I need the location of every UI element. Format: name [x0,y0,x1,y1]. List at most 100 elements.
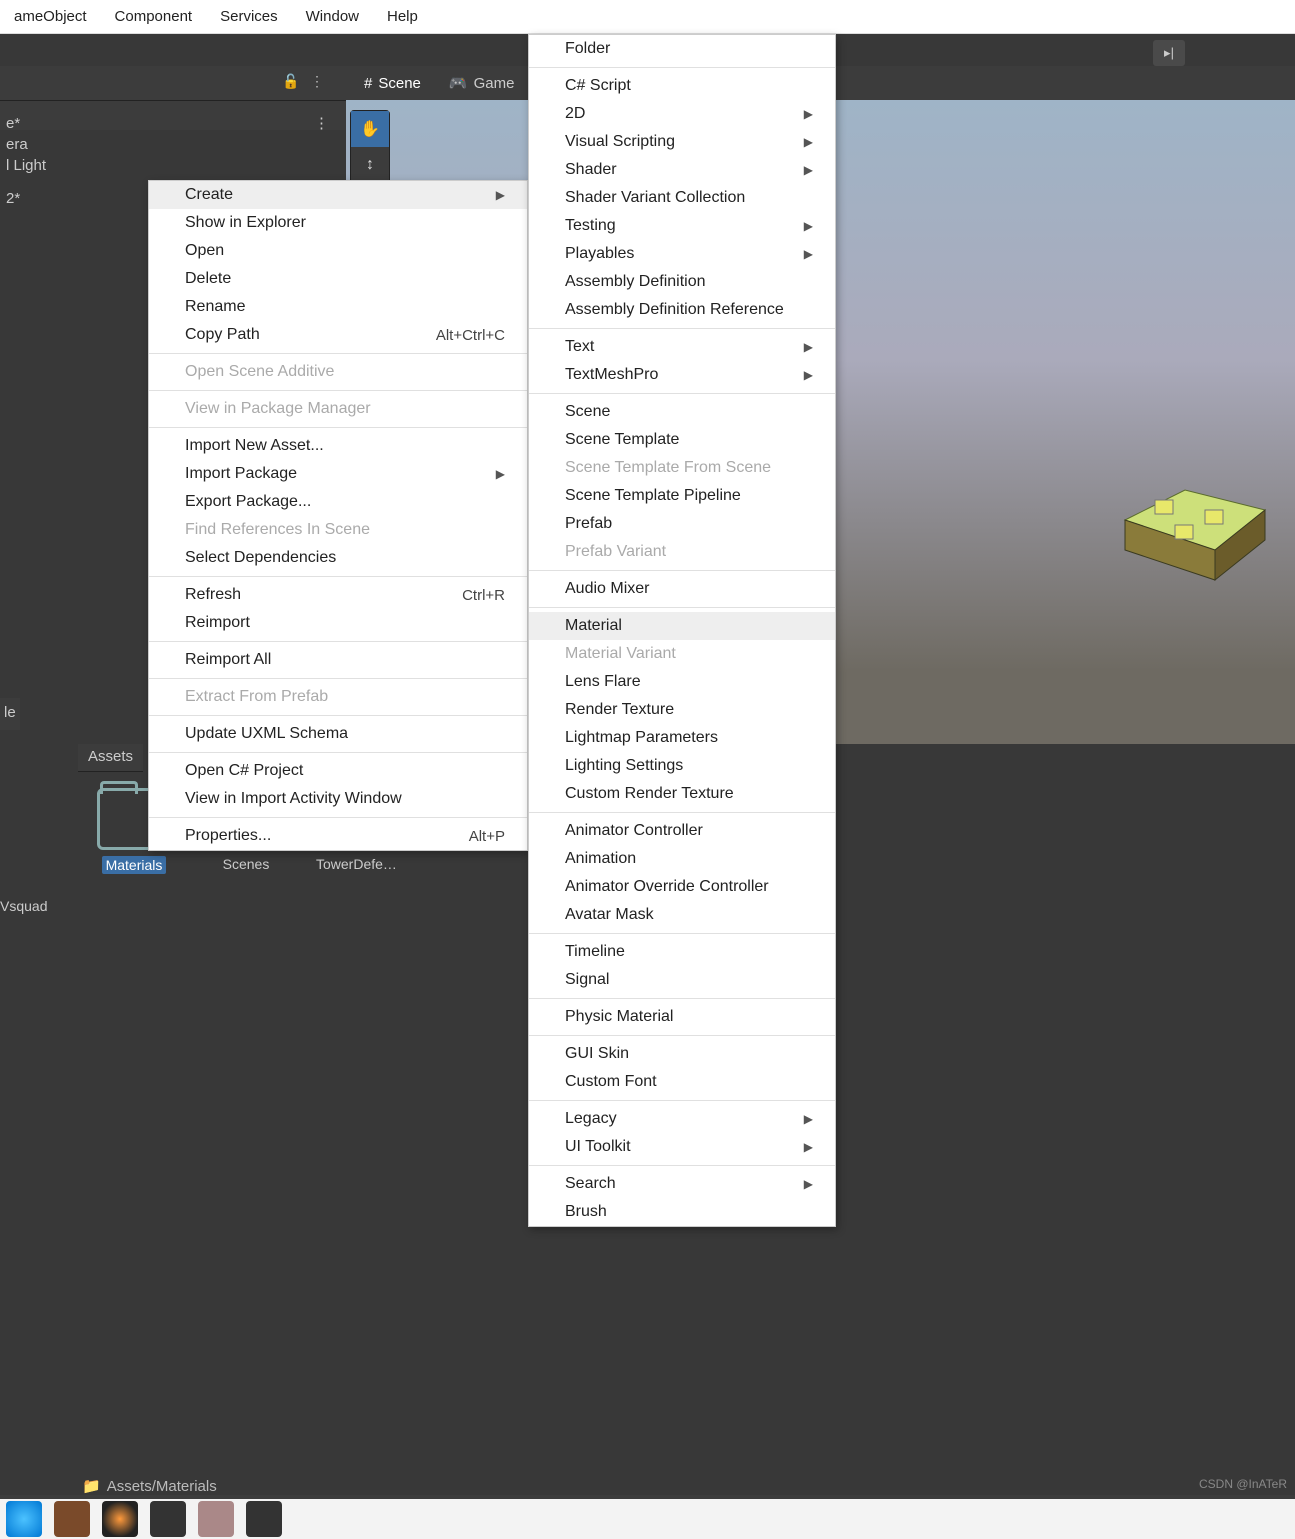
create-item[interactable]: Search▶ [529,1170,835,1198]
hierarchy-scene-root[interactable]: e* ⋮ [0,112,335,134]
ctx-item[interactable]: Export Package... [149,488,527,516]
ctx-item[interactable]: Reimport [149,609,527,637]
create-item[interactable]: Folder [529,35,835,63]
ctx-item[interactable]: Import New Asset... [149,432,527,460]
create-item[interactable]: C# Script [529,72,835,100]
create-item[interactable]: Render Texture [529,696,835,724]
menu-item-label: Properties... [185,827,271,845]
create-item[interactable]: Custom Render Texture [529,780,835,808]
ctx-item[interactable]: Reimport All [149,646,527,674]
create-item[interactable]: Signal [529,966,835,994]
menubar-item[interactable]: Window [292,8,373,25]
tab-label: Game [474,75,515,92]
tab-scene[interactable]: # Scene [350,66,435,100]
app-icon[interactable] [198,1501,234,1537]
hierarchy-item[interactable]: l Light [0,155,335,176]
create-separator [529,570,835,571]
kebab-icon[interactable]: ⋮ [307,73,327,93]
ctx-item[interactable]: Refresh Ctrl+R [149,581,527,609]
create-item[interactable]: Lens Flare [529,668,835,696]
ctx-item: View in Package Manager [149,395,527,423]
chevron-right-icon: ▶ [496,188,505,202]
create-item[interactable]: Lightmap Parameters [529,724,835,752]
create-item[interactable]: Playables▶ [529,240,835,268]
ctx-item[interactable]: Copy PathAlt+Ctrl+C [149,321,527,349]
ctx-item[interactable]: Delete [149,265,527,293]
menubar-item[interactable]: Component [101,8,207,25]
create-item[interactable]: Legacy▶ [529,1105,835,1133]
create-item[interactable]: Scene Template Pipeline [529,482,835,510]
create-item[interactable]: TextMeshPro▶ [529,361,835,389]
move-tool[interactable]: ↕ [351,147,389,183]
create-item[interactable]: Prefab [529,510,835,538]
sidebar-folder[interactable]: Vsquad [0,898,78,914]
edge-icon[interactable] [6,1501,42,1537]
ctx-item[interactable]: Update UXML Schema [149,720,527,748]
menu-item-label: Open Scene Additive [185,363,334,381]
create-item[interactable]: Text▶ [529,333,835,361]
menu-item-label: View in Import Activity Window [185,790,402,808]
menu-item-label: Refresh [185,586,241,604]
kebab-icon[interactable]: ⋮ [314,114,329,132]
hierarchy-item[interactable]: era [0,134,335,155]
menu-item-label: Create [185,186,233,204]
app-icon[interactable] [54,1501,90,1537]
create-item[interactable]: Physic Material [529,1003,835,1031]
menu-item-label: Signal [565,971,609,989]
ctx-item[interactable]: Open C# Project [149,757,527,785]
project-breadcrumb[interactable]: 📁 Assets/Materials [82,1477,217,1495]
create-item[interactable]: GUI Skin [529,1040,835,1068]
create-item[interactable]: Scene [529,398,835,426]
app-icon[interactable] [102,1501,138,1537]
ctx-item[interactable]: Open [149,237,527,265]
create-item[interactable]: Animator Override Controller [529,873,835,901]
create-item[interactable]: Shader Variant Collection [529,184,835,212]
menubar-item[interactable]: Help [373,8,432,25]
project-context-menu: Create▶Show in ExplorerOpenDeleteRenameC… [148,180,528,851]
tab-game[interactable]: 🎮 Game [435,66,529,100]
menubar-item[interactable]: ameObject [0,8,101,25]
create-item[interactable]: Visual Scripting▶ [529,128,835,156]
menu-item-label: Import Package [185,465,297,483]
create-item[interactable]: Timeline [529,938,835,966]
menu-shortcut: Ctrl+R [462,587,505,604]
ctx-item[interactable]: Properties...Alt+P [149,822,527,850]
create-item[interactable]: Audio Mixer [529,575,835,603]
create-item[interactable]: Testing▶ [529,212,835,240]
menu-item-label: C# Script [565,77,631,95]
chevron-right-icon: ▶ [804,368,813,382]
create-item[interactable]: Animator Controller [529,817,835,845]
menu-item-label: Open [185,242,224,260]
unity-hub-icon[interactable] [150,1501,186,1537]
ctx-item[interactable]: Show in Explorer [149,209,527,237]
menu-item-label: Text [565,338,594,356]
ctx-item[interactable]: Rename [149,293,527,321]
menubar-item[interactable]: Services [206,8,292,25]
ctx-item[interactable]: Import Package▶ [149,460,527,488]
create-item[interactable]: Shader▶ [529,156,835,184]
create-item[interactable]: Scene Template [529,426,835,454]
create-item[interactable]: Custom Font [529,1068,835,1096]
scene-name: e* [6,115,20,132]
console-tab[interactable]: le [0,698,20,730]
create-item[interactable]: UI Toolkit▶ [529,1133,835,1161]
lock-icon[interactable]: 🔓 [281,73,301,93]
create-item[interactable]: Assembly Definition Reference [529,296,835,324]
create-item[interactable]: 2D▶ [529,100,835,128]
menu-item-label: Show in Explorer [185,214,306,232]
ctx-item[interactable]: View in Import Activity Window [149,785,527,813]
create-item[interactable]: Avatar Mask [529,901,835,929]
menu-item-label: Search [565,1175,616,1193]
chevron-right-icon: ▶ [804,247,813,261]
step-button[interactable]: ▸| [1153,40,1185,66]
create-item[interactable]: Material [529,612,835,640]
ctx-separator [149,427,527,428]
create-item[interactable]: Animation [529,845,835,873]
ctx-item[interactable]: Select Dependencies [149,544,527,572]
create-item[interactable]: Brush [529,1198,835,1226]
unity-editor-icon[interactable] [246,1501,282,1537]
create-item[interactable]: Assembly Definition [529,268,835,296]
create-item[interactable]: Lighting Settings [529,752,835,780]
ctx-item[interactable]: Create ▶ [149,181,527,209]
hand-tool[interactable]: ✋ [351,111,389,147]
